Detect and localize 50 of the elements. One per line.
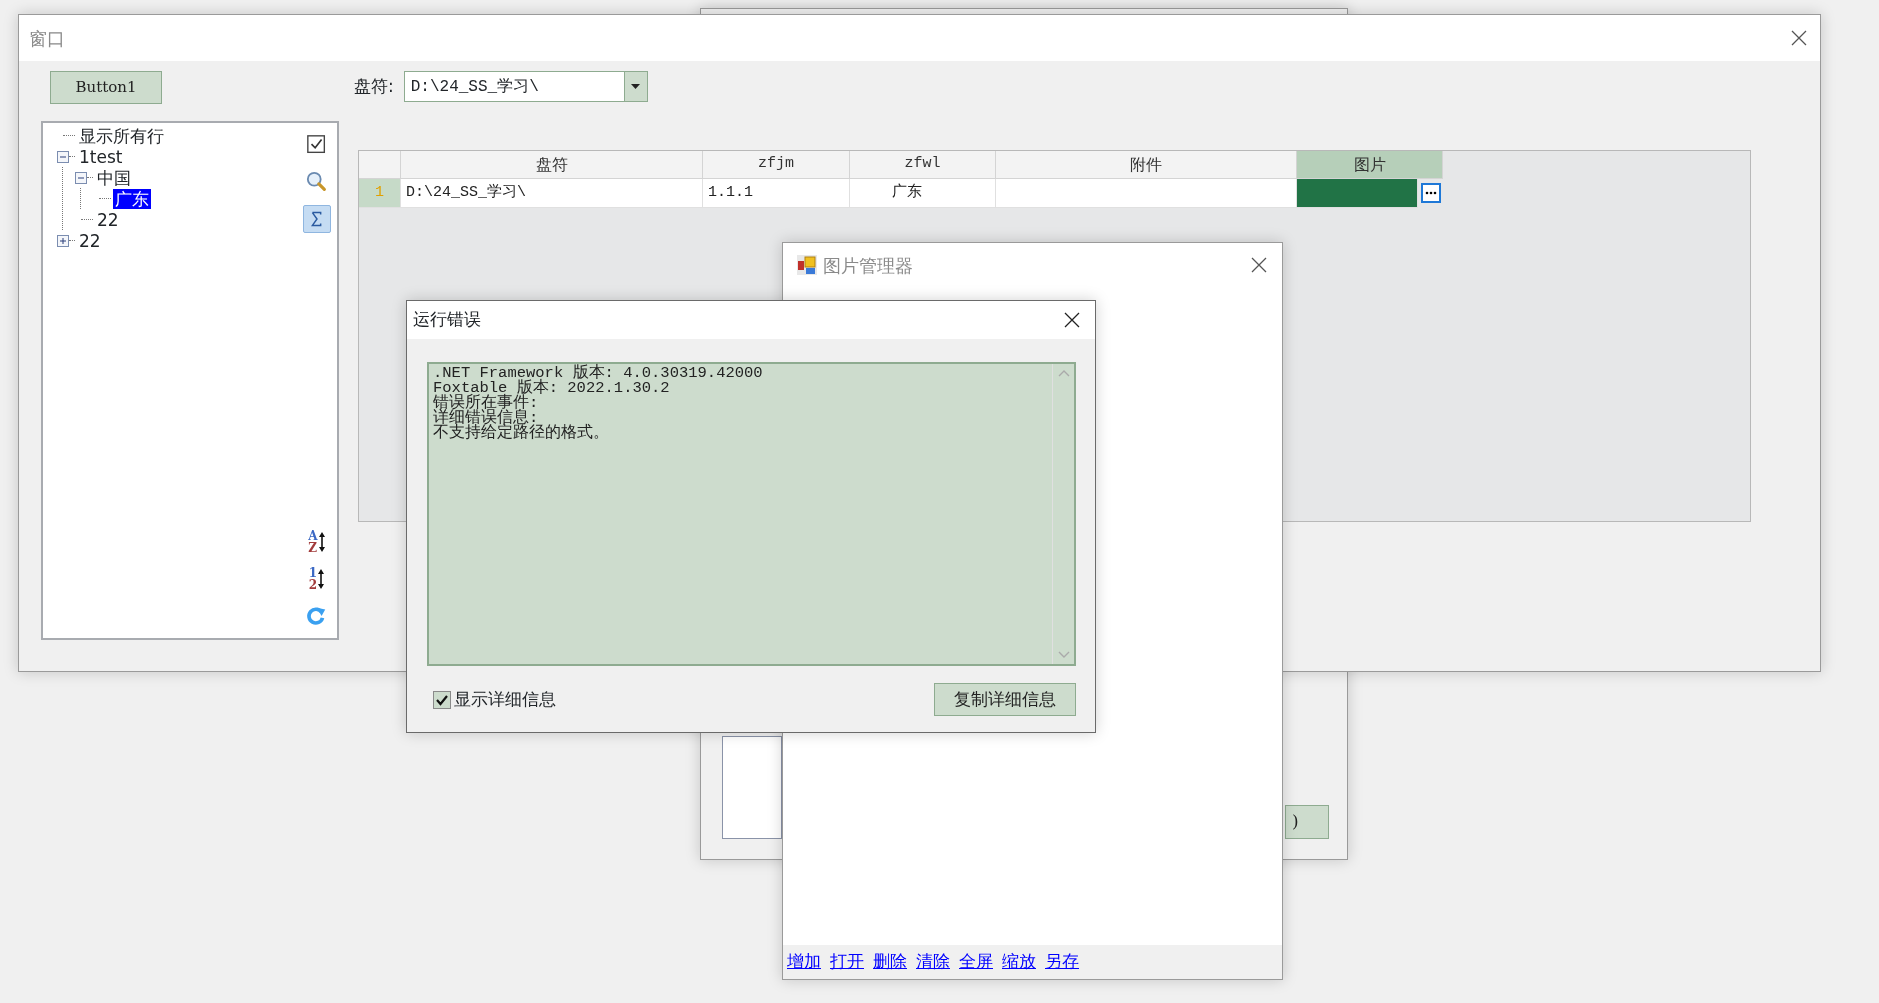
column-header[interactable]: zfjm <box>703 151 850 179</box>
copy-details-button[interactable]: 复制详细信息 <box>934 683 1076 716</box>
checkbox[interactable] <box>433 690 451 709</box>
table-cell: 广东 <box>850 179 996 208</box>
ellipsis-button-icon[interactable] <box>1421 183 1441 203</box>
dialog-title: 运行错误 <box>413 308 481 332</box>
column-header[interactable]: 图片 <box>1297 151 1443 179</box>
tree-node[interactable]: 显示所有行 <box>77 125 166 146</box>
close-icon[interactable] <box>1790 29 1808 47</box>
toolbar-link[interactable]: 删除 <box>873 949 907 975</box>
partial-button[interactable]: ) <box>1285 805 1329 839</box>
close-icon[interactable] <box>1063 311 1081 329</box>
close-icon[interactable] <box>1250 256 1268 274</box>
toolbar-link[interactable]: 另存 <box>1045 949 1079 975</box>
details-textbox[interactable]: .NET Framework 版本: 4.0.30319.42000 Foxtable 版本: 2022.1.30.2 错误所在事件: 详细错误信息: 不支持给定路径的格式。 <box>427 362 1076 666</box>
up-down-arrow-icon <box>317 568 326 590</box>
sum-icon[interactable] <box>303 205 331 233</box>
collapse-icon[interactable] <box>75 171 87 184</box>
expand-icon[interactable] <box>57 234 69 247</box>
checkbox-label[interactable]: 显示详细信息 <box>454 686 556 713</box>
window-title: 图片管理器 <box>823 253 913 278</box>
toolbar-link[interactable]: 增加 <box>787 949 821 975</box>
grid-corner-header <box>359 151 401 179</box>
collapse-icon[interactable] <box>57 150 69 163</box>
toolbar-link[interactable]: 打开 <box>830 949 864 975</box>
app-icon <box>797 255 817 275</box>
details-line: 不支持给定路径的格式。 <box>433 426 610 441</box>
sort-button[interactable]: A Z <box>303 528 331 556</box>
checkmark-icon <box>436 693 448 706</box>
toolbar-link[interactable]: 全屏 <box>959 949 993 975</box>
button1[interactable]: Button1 <box>50 71 162 104</box>
tree-node[interactable]: 中国 <box>95 167 133 188</box>
tree-node[interactable]: 广东 <box>113 188 151 209</box>
tree-node[interactable]: 22 <box>77 230 103 251</box>
column-header[interactable]: 盘符 <box>401 151 703 179</box>
column-header[interactable]: 附件 <box>996 151 1297 179</box>
column-header[interactable]: zfwl <box>850 151 996 179</box>
table-cell: D:\24_SS_学习\ <box>401 179 703 208</box>
up-down-arrow-icon <box>317 531 326 553</box>
dropdown-caret-icon[interactable] <box>631 84 641 89</box>
sort-button[interactable]: 1 2 <box>303 565 331 593</box>
row-number: 1 <box>359 179 401 208</box>
table-cell: 1.1.1 <box>703 179 850 208</box>
toolbar-link[interactable]: 清除 <box>916 949 950 975</box>
drive-combo-box[interactable]: D:\24_SS_学习\ <box>403 71 648 102</box>
window-title: 窗口 <box>29 26 65 51</box>
toolbar-link[interactable]: 缩放 <box>1002 949 1036 975</box>
tree-node[interactable]: 22 <box>95 209 121 230</box>
tree-node[interactable]: 1test <box>77 146 125 167</box>
field-label: 盘符: <box>354 74 394 98</box>
